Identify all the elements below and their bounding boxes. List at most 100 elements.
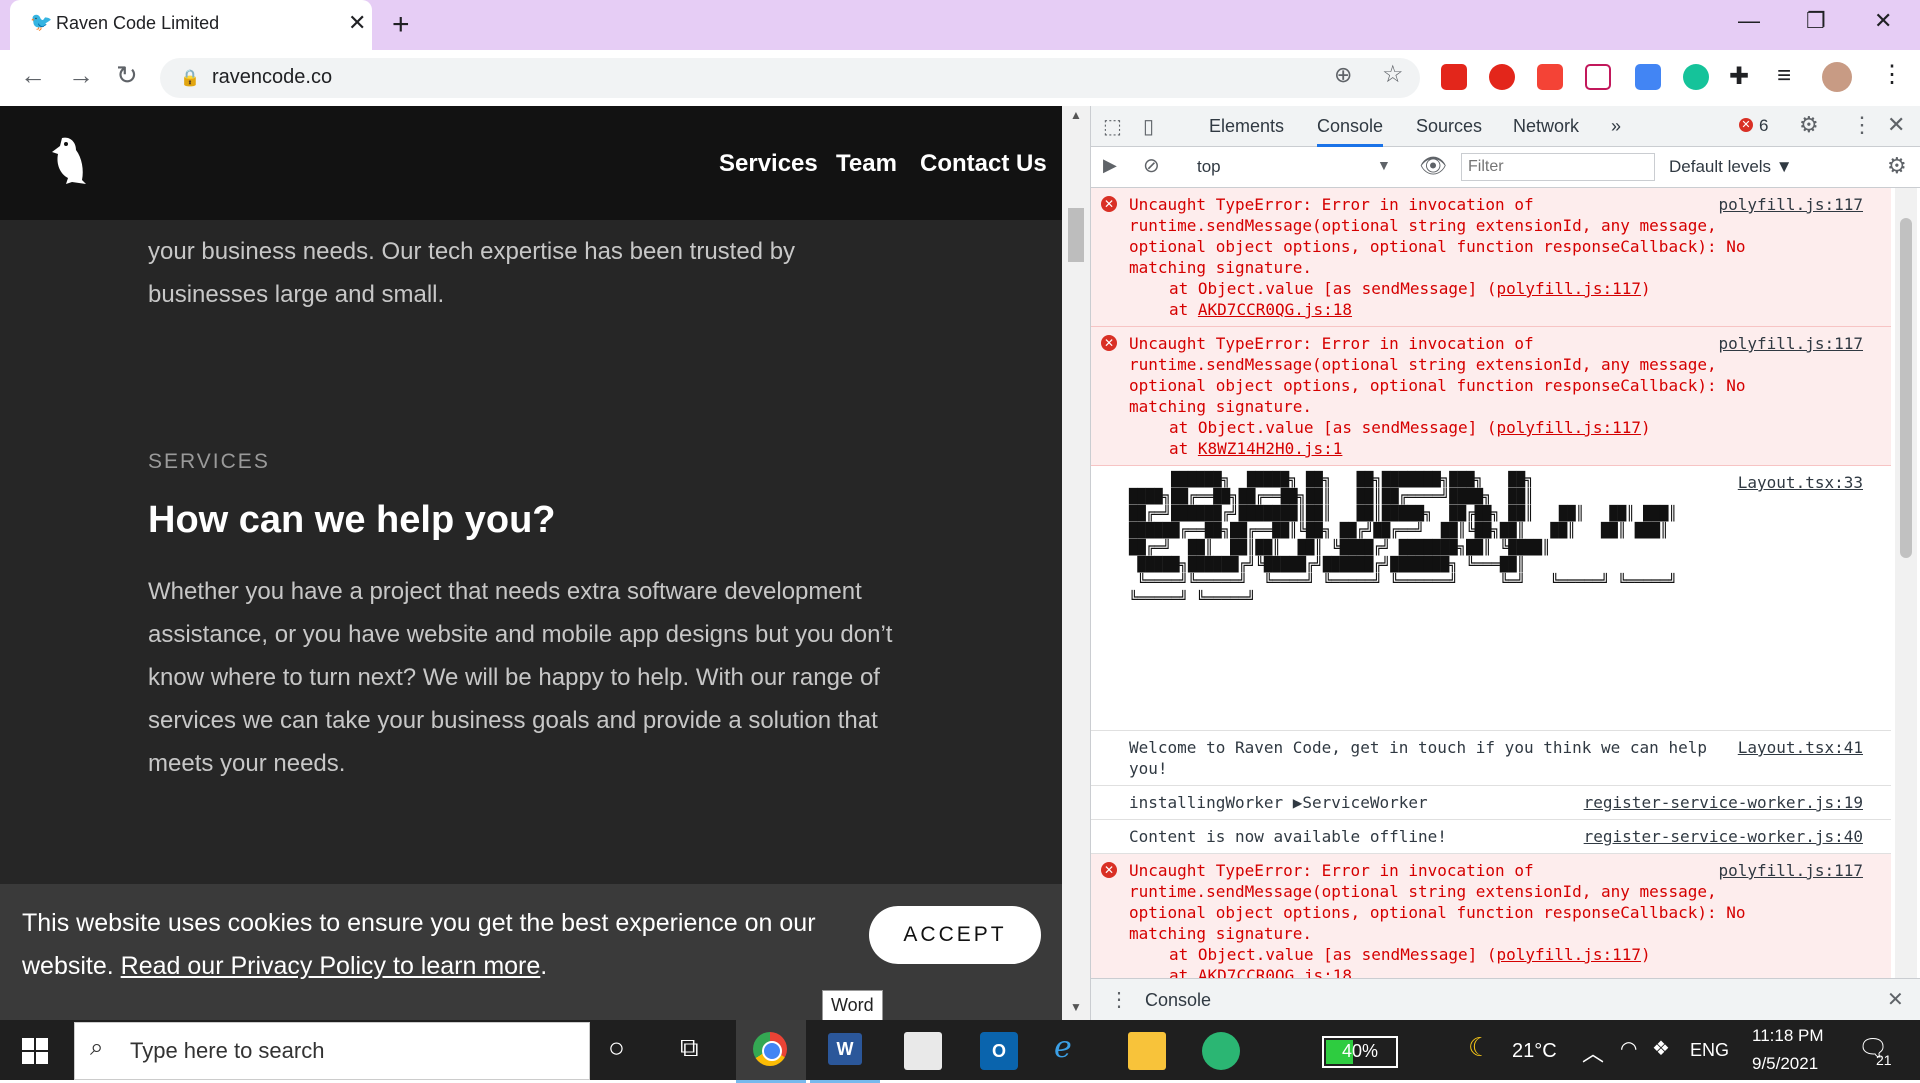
- raven-favicon-icon: 🐦: [30, 12, 53, 32]
- bookmark-star-icon[interactable]: ☆: [1382, 60, 1404, 89]
- wifi-icon[interactable]: ◠: [1620, 1036, 1637, 1061]
- docs-extension-icon[interactable]: [1635, 64, 1661, 90]
- weather-moon-icon[interactable]: ☾: [1468, 1032, 1491, 1063]
- scroll-up-arrow-icon[interactable]: ▲: [1070, 108, 1082, 122]
- browser-tab[interactable]: 🐦 Raven Code Limited ✕: [10, 0, 372, 50]
- console-settings-icon[interactable]: ⚙: [1887, 153, 1907, 179]
- profile-avatar[interactable]: [1822, 62, 1852, 92]
- atom-app-icon[interactable]: [1202, 1032, 1240, 1070]
- context-dropdown-icon[interactable]: ▼: [1377, 157, 1391, 173]
- stack-link[interactable]: AKD7CCR0QG.js:18: [1198, 300, 1352, 319]
- install-icon[interactable]: ⊕: [1334, 62, 1352, 88]
- app-taskbar-icon[interactable]: [904, 1032, 942, 1070]
- tab-sources[interactable]: Sources: [1416, 116, 1482, 137]
- back-icon[interactable]: ←: [20, 60, 46, 91]
- console-log: Layout.tsx:41 Welcome to Raven Code, get…: [1091, 731, 1891, 786]
- task-view-icon[interactable]: ⧉: [680, 1032, 699, 1064]
- browser-menu-icon[interactable]: ⋮: [1880, 60, 1904, 89]
- grammarly-extension-icon[interactable]: [1683, 64, 1709, 90]
- raven-logo-icon[interactable]: [48, 134, 88, 186]
- console-scroll-thumb[interactable]: [1900, 218, 1912, 558]
- page-scrollbar[interactable]: ▲ ▼: [1062, 106, 1090, 1020]
- scroll-down-arrow-icon[interactable]: ▼: [1070, 1000, 1082, 1014]
- lock-icon[interactable]: 🔒: [180, 68, 200, 88]
- outlook-icon[interactable]: O: [980, 1032, 1018, 1070]
- stack-suffix: ): [1641, 279, 1651, 298]
- dropbox-icon[interactable]: ❖: [1652, 1036, 1670, 1061]
- address-bar[interactable]: [160, 58, 1420, 98]
- adblock-extension-icon[interactable]: [1489, 64, 1515, 90]
- taskbar-search-placeholder[interactable]: Type here to search: [130, 1038, 324, 1064]
- message-source-link[interactable]: polyfill.js:117: [1719, 194, 1864, 215]
- stack-link[interactable]: AKD7CCR0QG.js:18: [1198, 966, 1352, 978]
- log-levels-dropdown[interactable]: Default levels ▼: [1669, 157, 1793, 177]
- tab-console[interactable]: Console: [1317, 116, 1384, 147]
- tab-network[interactable]: Network: [1513, 116, 1579, 137]
- privacy-policy-link[interactable]: Read our Privacy Policy to learn more: [121, 952, 541, 980]
- devtools-drawer: ⋮ Console ✕: [1091, 978, 1920, 1021]
- tray-chevron-icon[interactable]: ︿: [1582, 1036, 1604, 1068]
- inspect-element-icon[interactable]: ⬚: [1103, 114, 1122, 139]
- stack-link[interactable]: polyfill.js:117: [1497, 945, 1642, 964]
- log-text[interactable]: installingWorker ▶ServiceWorker: [1129, 793, 1428, 812]
- clock-date[interactable]: 9/5/2021: [1752, 1054, 1818, 1074]
- message-source-link[interactable]: register-service-worker.js:19: [1584, 792, 1863, 813]
- reload-icon[interactable]: ↻: [116, 60, 138, 91]
- accept-cookies-button[interactable]: ACCEPT: [869, 906, 1041, 964]
- message-source-link[interactable]: Layout.tsx:41: [1738, 737, 1863, 758]
- stack-prefix: at Object.value [as sendMessage] (: [1169, 418, 1497, 437]
- error-count[interactable]: 6: [1759, 116, 1768, 136]
- pocket-extension-icon[interactable]: [1585, 64, 1611, 90]
- context-selector[interactable]: top: [1197, 157, 1221, 177]
- drawer-close-icon[interactable]: ✕: [1887, 987, 1904, 1012]
- message-source-link[interactable]: polyfill.js:117: [1719, 860, 1864, 881]
- temperature[interactable]: 21°C: [1512, 1040, 1557, 1063]
- stack-link[interactable]: polyfill.js:117: [1497, 279, 1642, 298]
- error-count-icon[interactable]: ✕: [1739, 118, 1753, 132]
- devtools-menu-icon[interactable]: ⋮: [1851, 112, 1873, 138]
- devtools-close-icon[interactable]: ✕: [1887, 112, 1905, 138]
- console-scrollbar[interactable]: [1895, 188, 1917, 978]
- console-filter-input[interactable]: [1461, 153, 1655, 181]
- file-explorer-icon[interactable]: [1128, 1032, 1166, 1070]
- devtools-settings-icon[interactable]: ⚙: [1799, 112, 1819, 138]
- page-scroll-thumb[interactable]: [1068, 208, 1084, 262]
- more-tabs-icon[interactable]: »: [1611, 116, 1621, 137]
- chrome-taskbar-item[interactable]: [736, 1020, 806, 1083]
- live-expression-eye-icon[interactable]: 👁: [1419, 153, 1447, 179]
- message-source-link[interactable]: register-service-worker.js:40: [1584, 826, 1863, 847]
- shield-extension-icon[interactable]: [1537, 64, 1563, 90]
- cortana-icon[interactable]: ○: [608, 1032, 625, 1064]
- windows-start-icon[interactable]: [22, 1038, 48, 1064]
- intro-paragraph: your business needs. Our tech expertise …: [148, 238, 796, 308]
- clock-time[interactable]: 11:18 PM: [1752, 1026, 1824, 1046]
- nav-team-link[interactable]: Team: [836, 150, 897, 178]
- tab-elements[interactable]: Elements: [1209, 116, 1284, 137]
- sidebar-toggle-icon[interactable]: ▶: [1103, 155, 1117, 176]
- message-source-link[interactable]: polyfill.js:117: [1719, 333, 1864, 354]
- tab-close-icon[interactable]: ✕: [348, 10, 366, 36]
- restore-button[interactable]: ❐: [1806, 8, 1826, 34]
- nav-contact-link[interactable]: Contact Us: [920, 150, 1047, 178]
- device-toolbar-icon[interactable]: ▯: [1143, 114, 1154, 139]
- pdf-extension-icon[interactable]: [1441, 64, 1467, 90]
- drawer-tab-console[interactable]: Console: [1145, 990, 1211, 1011]
- edge-icon[interactable]: ℯ: [1054, 1030, 1072, 1065]
- drawer-menu-icon[interactable]: ⋮: [1109, 987, 1129, 1012]
- new-tab-button[interactable]: +: [392, 8, 410, 42]
- media-queue-icon[interactable]: ≡: [1777, 62, 1791, 90]
- message-source-link[interactable]: Layout.tsx:33: [1738, 472, 1863, 493]
- stack-link[interactable]: K8WZ14H2H0.js:1: [1198, 439, 1343, 458]
- stack-link[interactable]: polyfill.js:117: [1497, 418, 1642, 437]
- close-window-button[interactable]: ✕: [1874, 8, 1892, 34]
- clear-console-icon[interactable]: ⊘: [1143, 153, 1160, 178]
- search-icon[interactable]: ⌕: [90, 1034, 103, 1062]
- url-text[interactable]: ravencode.co: [212, 66, 332, 89]
- nav-services-link[interactable]: Services: [719, 150, 818, 178]
- word-taskbar-item[interactable]: W: [810, 1020, 880, 1083]
- minimize-button[interactable]: —: [1738, 8, 1760, 34]
- forward-icon[interactable]: →: [68, 60, 94, 91]
- extensions-puzzle-icon[interactable]: ✚: [1729, 62, 1749, 91]
- battery-indicator[interactable]: 40%: [1322, 1036, 1398, 1068]
- language-indicator[interactable]: ENG: [1690, 1040, 1729, 1061]
